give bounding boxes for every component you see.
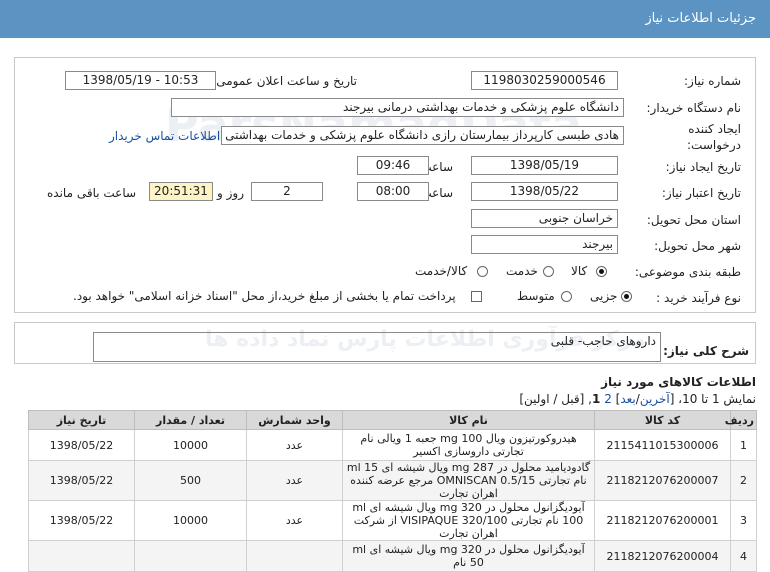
remaining-time-field: 20:51:31 (149, 182, 213, 201)
cell-unit (246, 540, 343, 572)
validity-date-label: تاریخ اعتبار نیاز: (661, 186, 741, 200)
created-date-field: 1398/05/19 (471, 156, 618, 175)
cell-qty: 10000 (134, 500, 247, 541)
items-section-title: اطلاعات کالاهای مورد نیاز (601, 375, 756, 389)
cell-date: 1398/05/22 (28, 500, 135, 541)
cell-row-number: 3 (730, 500, 757, 541)
process-small-label: جزیی (590, 289, 618, 303)
city-label: شهر محل تحویل: (654, 239, 741, 253)
validity-time-field: 08:00 (357, 182, 429, 201)
process-medium-label: متوسط (517, 289, 555, 303)
category-service-label: خدمت (506, 264, 538, 278)
need-number-field: 1198030259000546 (471, 71, 618, 90)
province-label: استان محل تحویل: (646, 213, 741, 227)
col-header-unit: واحد شمارش (246, 410, 343, 430)
cell-unit: عدد (246, 429, 343, 461)
cell-date: 1398/05/22 (28, 429, 135, 461)
pager-prev-first: [قبل / اولین] (519, 392, 585, 406)
announce-field: 1398/05/19 - 10:53 (65, 71, 216, 90)
remaining-label: ساعت باقی مانده (47, 186, 137, 200)
col-header-code: کد کالا (594, 410, 731, 430)
need-number-label: شماره نیاز: (684, 74, 741, 88)
table-row: 2 2118212076200007 گادودیامید محلول در m… (28, 460, 757, 501)
pager-page-2[interactable]: 2 (604, 392, 612, 406)
pager-page-1: 1 (592, 392, 601, 406)
col-header-qty: تعداد / مقدار (134, 410, 247, 430)
page-title: جزئیات اطلاعات نیاز (645, 11, 756, 26)
created-time-field: 09:46 (357, 156, 429, 175)
city-field: بیرجند (471, 235, 618, 254)
process-small-radio[interactable] (621, 291, 632, 302)
cell-qty: 10000 (134, 429, 247, 461)
category-goods-label: کالا (571, 264, 588, 278)
creator-field: هادی طبسی کارپرداز بیمارستان رازی دانشگا… (221, 126, 624, 145)
days-label: روز و (217, 186, 244, 200)
category-service-radio[interactable] (543, 266, 554, 277)
created-date-label: تاریخ ایجاد نیاز: (665, 160, 741, 174)
cell-row-number: 2 (730, 460, 757, 501)
table-row: 1 2115411015300006 هیدروکورتیزون ویال mg… (28, 429, 757, 461)
cell-unit: عدد (246, 500, 343, 541)
description-panel: شرح کلی نیاز: داروهای حاجب- قلبی مرکز فر… (14, 322, 756, 364)
cell-code: 2118212076200007 (594, 460, 731, 501)
cell-name: هیدروکورتیزون ویال mg 100 جعبه 1 ویالی ن… (342, 429, 595, 461)
pager-prefix: نمایش 1 تا 10، [ (669, 392, 756, 406)
creator-label-1: ایجاد کننده (688, 122, 741, 136)
cell-code: 2115411015300006 (594, 429, 731, 461)
col-header-date: تاریخ نیاز (28, 410, 135, 430)
buyer-contact-link[interactable]: اطلاعات تماس خریدار (109, 129, 220, 143)
description-field: داروهای حاجب- قلبی (93, 332, 661, 362)
table-row: 3 2118212076200001 آیوديگزانول محلول در … (28, 500, 757, 541)
page-title-bar: جزئیات اطلاعات نیاز (0, 0, 770, 38)
pager-next-link[interactable]: بعد (620, 392, 635, 406)
cell-qty (134, 540, 247, 572)
cell-row-number: 4 (730, 540, 757, 572)
pager-last-link[interactable]: آخرین (640, 392, 670, 406)
cell-date (28, 540, 135, 572)
process-label: نوع فرآیند خرید : (656, 291, 741, 305)
remaining-days-field: 2 (251, 182, 323, 201)
province-field: خراسان جنوبی (471, 209, 618, 228)
cell-row-number: 1 (730, 429, 757, 461)
col-header-row-number: ردیف (725, 410, 757, 430)
process-medium-radio[interactable] (561, 291, 572, 302)
buyer-label: نام دستگاه خریدار: (646, 101, 742, 115)
items-table: ردیف کد کالا نام کالا واحد شمارش تعداد /… (28, 410, 757, 572)
table-row: 4 2118212076200004 آیوديگزانول محلول در … (28, 540, 757, 572)
need-info-panel: ParsNamadData شماره نیاز: 11980302590005… (14, 57, 756, 313)
cell-date: 1398/05/22 (28, 460, 135, 501)
category-both-label: کالا/خدمت (415, 264, 468, 278)
cell-code: 2118212076200001 (594, 500, 731, 541)
cell-name: گادودیامید محلول در mg 287 ویال شیشه ای … (342, 460, 595, 501)
description-label: شرح کلی نیاز: (663, 344, 749, 358)
cell-name: آیوديگزانول محلول در mg 320 ویال شیشه ای… (342, 500, 595, 541)
category-both-radio[interactable] (477, 266, 488, 277)
buyer-field: دانشگاه علوم پزشکی و خدمات بهداشتی درمان… (171, 98, 624, 117)
cell-qty: 500 (134, 460, 247, 501)
col-header-name: نام کالا (342, 410, 595, 430)
cell-code: 2118212076200004 (594, 540, 731, 572)
pagination: نمایش 1 تا 10، [آخرین/بعد] 2 1, [قبل / ا… (519, 392, 756, 406)
cell-name: آیوديگزانول محلول در mg 320 ویال شیشه ای… (342, 540, 595, 572)
treasury-payment-checkbox[interactable] (471, 291, 482, 302)
category-goods-radio[interactable] (596, 266, 607, 277)
cell-unit: عدد (246, 460, 343, 501)
category-label: طبقه بندی موضوعی: (634, 265, 741, 279)
announce-label: تاریخ و ساعت اعلان عمومی: (212, 74, 357, 88)
creator-label-2: درخواست: (687, 138, 741, 152)
validity-date-field: 1398/05/22 (471, 182, 618, 201)
table-header-row: ردیف کد کالا نام کالا واحد شمارش تعداد /… (28, 410, 757, 430)
treasury-payment-note: پرداخت تمام یا بخشی از مبلغ خرید،از محل … (73, 289, 456, 303)
